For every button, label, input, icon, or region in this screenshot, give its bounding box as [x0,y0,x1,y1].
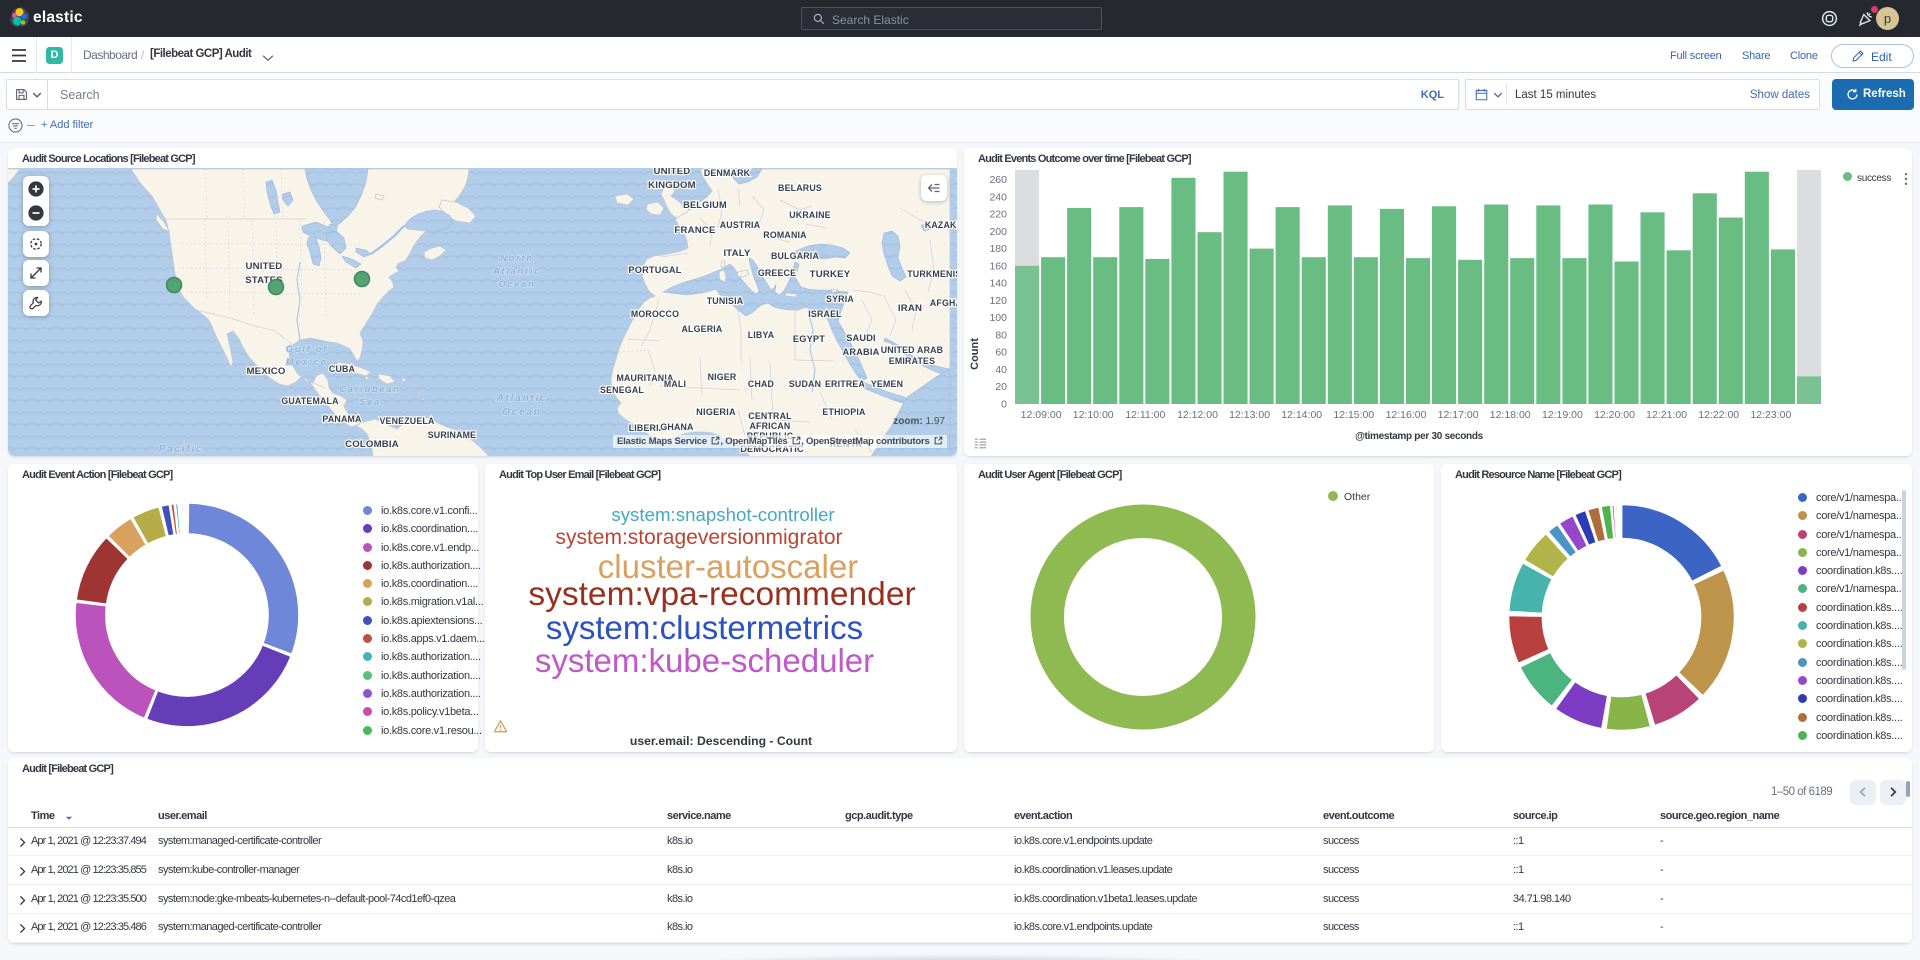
svg-text:GREECE: GREECE [758,268,796,278]
svg-text:EGYPT: EGYPT [793,334,825,344]
svg-text:PORTUGAL: PORTUGAL [628,265,681,275]
svg-text:260: 260 [989,174,1007,186]
svg-text:140: 140 [989,278,1007,290]
svg-text:12:12:00: 12:12:00 [1177,409,1218,421]
svg-text:NIGER: NIGER [708,372,737,382]
svg-text:Ocean: Ocean [502,407,542,418]
svg-text:FRANCE: FRANCE [674,225,716,236]
svg-text:SENEGAL: SENEGAL [600,385,644,395]
svg-text:12:16:00: 12:16:00 [1386,409,1427,421]
svg-text:20: 20 [995,381,1007,393]
svg-text:CUBA: CUBA [329,364,356,374]
svg-text:12:21:00: 12:21:00 [1646,409,1687,421]
svg-text:EMIRATES: EMIRATES [889,356,935,366]
svg-text:UNITED: UNITED [654,168,691,177]
svg-text:ETHIOPIA: ETHIOPIA [822,407,866,417]
svg-text:12:11:00: 12:11:00 [1125,409,1165,421]
svg-text:CHAD: CHAD [748,379,774,389]
svg-text:ITALY: ITALY [723,248,751,259]
svg-text:VENEZUELA: VENEZUELA [379,416,435,426]
svg-text:BELGIUM: BELGIUM [683,200,727,210]
svg-text:Ocean: Ocean [498,279,535,289]
svg-text:@timestamp per 30 seconds: @timestamp per 30 seconds [1355,431,1484,442]
svg-text:KINGDOM: KINGDOM [648,180,696,191]
svg-text:12:10:00: 12:10:00 [1073,409,1114,421]
svg-text:TURKEY: TURKEY [810,269,851,280]
svg-text:12:09:00: 12:09:00 [1021,409,1062,421]
svg-text:CENTRAL: CENTRAL [748,411,792,421]
svg-text:UKRAINE: UKRAINE [789,210,830,220]
svg-text:YEMEN: YEMEN [871,379,903,389]
svg-text:100: 100 [989,312,1007,324]
svg-text:Atlantic: Atlantic [495,393,547,404]
svg-text:ISRAEL: ISRAEL [808,309,842,319]
svg-text:60: 60 [995,347,1007,359]
svg-text:UNITED ARAB: UNITED ARAB [881,345,943,355]
svg-text:BULGARIA: BULGARIA [771,251,819,261]
svg-text:240: 240 [989,191,1007,203]
svg-text:PANAMA: PANAMA [322,414,362,424]
svg-text:ARABIA: ARABIA [843,347,880,357]
svg-text:COLOMBIA: COLOMBIA [345,439,399,450]
svg-text:AFGHA: AFGHA [930,298,957,308]
svg-text:220: 220 [989,209,1007,221]
svg-text:12:13:00: 12:13:00 [1229,409,1270,421]
svg-text:120: 120 [989,295,1007,307]
svg-text:GUATEMALA: GUATEMALA [281,396,339,406]
svg-text:KAZAKH: KAZAKH [925,220,957,230]
svg-text:12:22:00: 12:22:00 [1698,409,1739,421]
svg-text:SYRIA: SYRIA [826,294,854,304]
svg-text:Caribbean: Caribbean [339,384,400,394]
svg-text:12:23:00: 12:23:00 [1750,409,1791,421]
svg-text:Count: Count [969,338,981,370]
svg-text:TUNISIA: TUNISIA [707,296,744,306]
svg-text:12:20:00: 12:20:00 [1594,409,1635,421]
svg-text:MALI: MALI [664,379,686,389]
svg-text:TURKMENISTA: TURKMENISTA [907,269,957,279]
svg-text:UNITED: UNITED [246,261,283,272]
svg-text:LIBYA: LIBYA [748,330,775,340]
svg-text:Pacific: Pacific [159,444,204,455]
svg-text:AFRICAN: AFRICAN [750,421,791,431]
svg-text:Atlantic: Atlantic [492,266,541,276]
svg-text:Mexico: Mexico [286,357,328,367]
svg-text:North: North [500,253,534,263]
svg-text:Sea: Sea [359,397,381,407]
svg-text:12:19:00: 12:19:00 [1542,409,1583,421]
svg-text:160: 160 [989,260,1007,272]
svg-text:80: 80 [995,329,1007,341]
svg-text:SURINAME: SURINAME [428,430,477,440]
svg-text:IRAN: IRAN [898,303,922,314]
svg-text:12:17:00: 12:17:00 [1438,409,1479,421]
svg-text:200: 200 [989,226,1007,238]
svg-text:180: 180 [989,243,1007,255]
svg-text:MEXICO: MEXICO [246,366,285,377]
svg-text:DENMARK: DENMARK [704,168,751,178]
svg-text:12:14:00: 12:14:00 [1281,409,1322,421]
svg-text:Gulf of: Gulf of [286,344,328,354]
svg-text:0: 0 [1001,399,1007,411]
svg-text:ROMANIA: ROMANIA [763,230,807,240]
svg-text:ERITREA: ERITREA [825,379,865,389]
svg-text:ALGERIA: ALGERIA [682,324,723,334]
svg-text:GHANA: GHANA [660,422,694,432]
svg-text:NIGERIA: NIGERIA [696,407,736,417]
svg-text:40: 40 [995,364,1007,376]
svg-text:BELARUS: BELARUS [778,183,822,193]
svg-text:SUDAN: SUDAN [789,379,821,389]
svg-text:12:15:00: 12:15:00 [1333,409,1374,421]
svg-text:SAUDI: SAUDI [846,333,876,343]
svg-text:AUSTRIA: AUSTRIA [720,220,761,230]
svg-text:MOROCCO: MOROCCO [631,309,679,319]
svg-text:12:18:00: 12:18:00 [1490,409,1531,421]
